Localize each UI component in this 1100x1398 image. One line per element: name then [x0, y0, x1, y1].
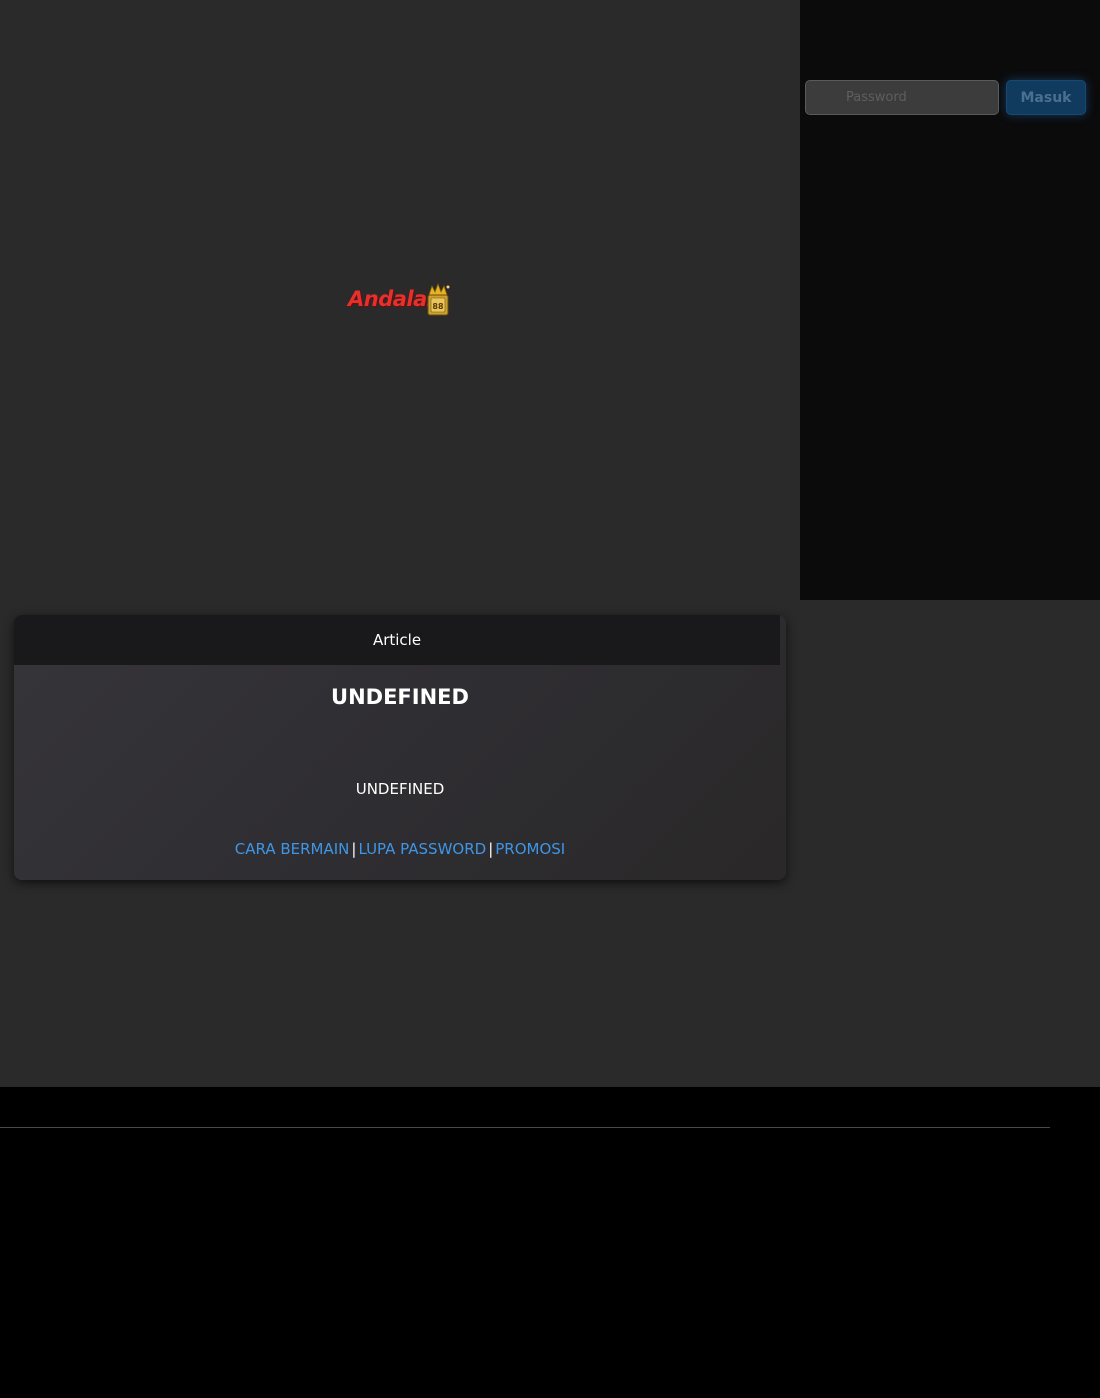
link-forgot-password[interactable]: LUPA PASSWORD: [358, 840, 486, 858]
crown-badge-icon: 88: [427, 283, 450, 316]
link-separator: |: [488, 840, 494, 858]
login-panel: Masuk: [800, 0, 1100, 600]
password-input[interactable]: [805, 80, 999, 115]
article-header: Article: [14, 615, 780, 665]
hero-banner: Andalas 88: [0, 0, 800, 600]
link-how-to-play[interactable]: CARA BERMAIN: [235, 840, 350, 858]
footer-divider: [0, 1127, 1050, 1128]
page-main: Andalas 88 Masuk Article UNDEFINED UNDEF…: [0, 0, 1100, 1087]
footer: [0, 1087, 1100, 1398]
link-promotion[interactable]: PROMOSI: [495, 840, 565, 858]
login-button[interactable]: Masuk: [1006, 80, 1086, 115]
site-logo[interactable]: Andalas 88: [348, 283, 454, 319]
article-links: CARA BERMAIN | LUPA PASSWORD | PROMOSI: [14, 840, 786, 858]
logo-badge-text: 88: [432, 302, 444, 311]
article-card: Article UNDEFINED UNDEFINED CARA BERMAIN…: [14, 615, 786, 880]
article-title: UNDEFINED: [331, 685, 469, 709]
article-body: UNDEFINED: [355, 780, 445, 798]
